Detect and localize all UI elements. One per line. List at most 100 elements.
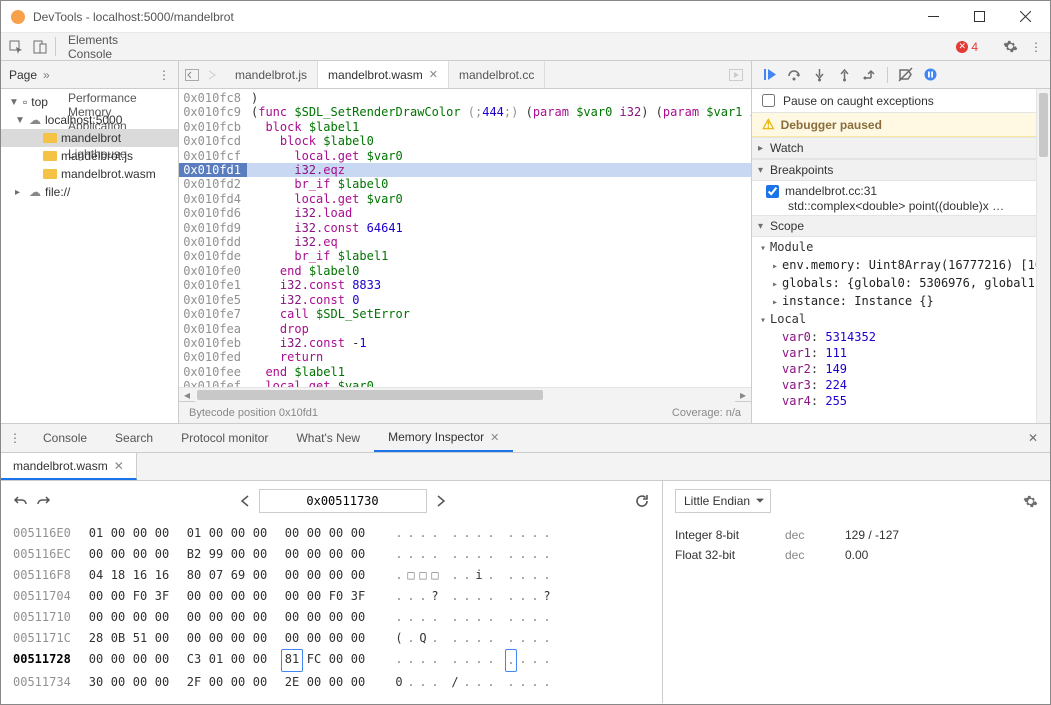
folder-icon — [43, 133, 57, 143]
memory-hex-view: 005116E0010000000100000000000000........… — [1, 481, 662, 703]
hex-row[interactable]: 005117040000F03F000000000000F03F...?....… — [13, 586, 650, 607]
nav-menu-icon[interactable]: ⋮ — [158, 68, 170, 82]
drawer-tab-bar: ⋮ ConsoleSearchProtocol monitorWhat's Ne… — [1, 423, 1050, 453]
watch-section-header[interactable]: ▸Watch — [752, 137, 1050, 159]
window-title: DevTools - localhost:5000/mandelbrot — [33, 10, 910, 24]
undo-icon[interactable] — [13, 494, 28, 509]
tab-history-fwd-icon[interactable] — [205, 69, 219, 81]
vertical-scrollbar[interactable] — [1036, 89, 1050, 423]
breakpoint-enabled-checkbox[interactable] — [766, 185, 779, 198]
devtools-icon — [11, 10, 25, 24]
memory-value-panel: Little Endian Integer 8-bitdec129 / -127… — [662, 481, 1050, 703]
warning-icon: ⚠ — [762, 116, 775, 133]
drawer-close-icon[interactable]: ✕ — [1016, 424, 1050, 452]
step-over-icon[interactable] — [787, 67, 802, 82]
file-tree: ▼▫top ▼☁localhost:5000 mandelbrot mandel… — [1, 89, 178, 205]
step-icon[interactable] — [862, 67, 877, 82]
pause-caught-checkbox[interactable] — [762, 94, 775, 107]
file-tab-bar: mandelbrot.jsmandelbrot.wasm✕mandelbrot.… — [179, 61, 751, 89]
file-tab[interactable]: mandelbrot.cc — [449, 61, 545, 88]
window-maximize[interactable] — [956, 2, 1002, 32]
run-snippet-icon[interactable] — [721, 61, 751, 88]
scope-section-header[interactable]: ▾Scope — [752, 215, 1050, 237]
redo-icon[interactable] — [36, 494, 51, 509]
drawer-menu-icon[interactable]: ⋮ — [1, 424, 29, 452]
tree-host[interactable]: ▼☁localhost:5000 — [1, 111, 178, 129]
tree-top[interactable]: ▼▫top — [1, 93, 178, 111]
scope-variable[interactable]: var3: 224 — [760, 377, 1050, 393]
more-menu-icon[interactable]: ⋮ — [1030, 40, 1042, 54]
main-tab-bar: ElementsConsoleSourcesNetworkPerformance… — [1, 33, 1050, 61]
folder-icon — [43, 151, 57, 161]
memory-file-tab[interactable]: mandelbrot.wasm✕ — [1, 453, 137, 480]
hex-row[interactable]: 005116EC00000000B299000000000000........… — [13, 544, 650, 565]
main-tab-console[interactable]: Console — [56, 47, 149, 61]
pause-on-exceptions-row: Pause on caught exceptions — [752, 89, 1050, 113]
hex-row[interactable]: 0051171C280B51000000000000000000(.Q.....… — [13, 628, 650, 649]
deactivate-bp-icon[interactable] — [898, 67, 913, 82]
tree-file-mandelbrot-js[interactable]: mandelbrot.js — [1, 147, 178, 165]
hex-row[interactable]: 005116F8041816168007690000000000.□□□..i.… — [13, 565, 650, 586]
pause-exceptions-icon[interactable] — [923, 67, 938, 82]
source-editor-panel: mandelbrot.jsmandelbrot.wasm✕mandelbrot.… — [179, 61, 752, 423]
nav-more-tabs-icon[interactable]: » — [43, 68, 158, 82]
inspect-icon[interactable] — [9, 40, 23, 54]
drawer-tab-memory-inspector[interactable]: Memory Inspector✕ — [374, 424, 513, 452]
tab-history-back-icon[interactable] — [185, 69, 199, 81]
drawer-tab-protocol-monitor[interactable]: Protocol monitor — [167, 424, 282, 452]
sources-nav-panel: Page » ⋮ ▼▫top ▼☁localhost:5000 mandelbr… — [1, 61, 179, 423]
hex-row[interactable]: 00511734300000002F0000002E0000000.../...… — [13, 672, 650, 693]
device-toggle-icon[interactable] — [33, 40, 47, 54]
scope-variable[interactable]: var4: 255 — [760, 393, 1050, 409]
next-page-icon[interactable] — [427, 489, 455, 513]
folder-icon — [43, 169, 57, 179]
close-icon[interactable]: ✕ — [490, 431, 499, 444]
hex-row[interactable]: 00511710000000000000000000000000........… — [13, 607, 650, 628]
memory-address-input[interactable] — [259, 489, 427, 513]
step-into-icon[interactable] — [812, 67, 827, 82]
file-tab[interactable]: mandelbrot.js — [225, 61, 318, 88]
settings-gear-icon[interactable] — [1003, 39, 1018, 54]
refresh-icon[interactable] — [634, 493, 650, 509]
debugger-panel: Pause on caught exceptions ⚠ Debugger pa… — [752, 61, 1050, 423]
breakpoints-section-header[interactable]: ▾Breakpoints — [752, 159, 1050, 181]
window-minimize[interactable] — [910, 2, 956, 32]
scope-variable[interactable]: var1: 111 — [760, 345, 1050, 361]
debugger-toolbar — [752, 61, 1050, 89]
tree-file-mandelbrot[interactable]: mandelbrot — [1, 129, 178, 147]
drawer-tab-search[interactable]: Search — [101, 424, 167, 452]
close-icon[interactable]: ✕ — [114, 459, 124, 473]
tree-file-scheme[interactable]: ▸☁file:// — [1, 183, 178, 201]
breakpoint-item[interactable]: mandelbrot.cc:31 — [762, 183, 1050, 199]
horizontal-scrollbar[interactable]: ◂▸ — [179, 387, 751, 401]
resume-icon[interactable] — [762, 67, 777, 82]
editor-status-bar: Bytecode position 0x10fd1 Coverage: n/a — [179, 401, 751, 423]
hex-row[interactable]: 0051172800000000C301000081FC0000........… — [13, 649, 650, 672]
bytecode-position: Bytecode position 0x10fd1 — [189, 407, 318, 419]
main-tab-elements[interactable]: Elements — [56, 33, 149, 47]
drawer-tab-what-s-new[interactable]: What's New — [282, 424, 374, 452]
file-tab[interactable]: mandelbrot.wasm✕ — [318, 61, 449, 88]
memory-file-tab-bar: mandelbrot.wasm✕ — [1, 453, 1050, 481]
scope-variable[interactable]: var0: 5314352 — [760, 329, 1050, 345]
prev-page-icon[interactable] — [231, 489, 259, 513]
scope-variable[interactable]: var2: 149 — [760, 361, 1050, 377]
drawer-tab-console[interactable]: Console — [29, 424, 101, 452]
window-close[interactable] — [1002, 2, 1048, 32]
breakpoint-preview: std::complex<double> point((double)x … — [762, 199, 1050, 213]
pause-caught-label: Pause on caught exceptions — [783, 94, 934, 108]
code-editor[interactable]: 0x010fc8 0x010fc9 0x010fcb 0x010fcd 0x01… — [179, 89, 751, 387]
nav-page-tab[interactable]: Page — [9, 68, 37, 82]
error-count-badge[interactable]: ✕4 — [956, 40, 978, 54]
tree-file-mandelbrot-wasm[interactable]: mandelbrot.wasm — [1, 165, 178, 183]
memory-settings-icon[interactable] — [1023, 494, 1038, 509]
hex-row[interactable]: 005116E0010000000100000000000000........… — [13, 523, 650, 544]
memory-value-row: Float 32-bitdec0.00 — [675, 545, 1038, 565]
window-titlebar: DevTools - localhost:5000/mandelbrot — [1, 1, 1050, 33]
memory-value-row: Integer 8-bitdec129 / -127 — [675, 525, 1038, 545]
debugger-paused-banner: ⚠ Debugger paused — [752, 113, 1050, 137]
step-out-icon[interactable] — [837, 67, 852, 82]
close-icon[interactable]: ✕ — [429, 68, 438, 81]
endian-select[interactable]: Little Endian — [675, 489, 771, 513]
scope-tree: ▾Module ▸env.memory: Uint8Array(16777216… — [752, 237, 1050, 411]
